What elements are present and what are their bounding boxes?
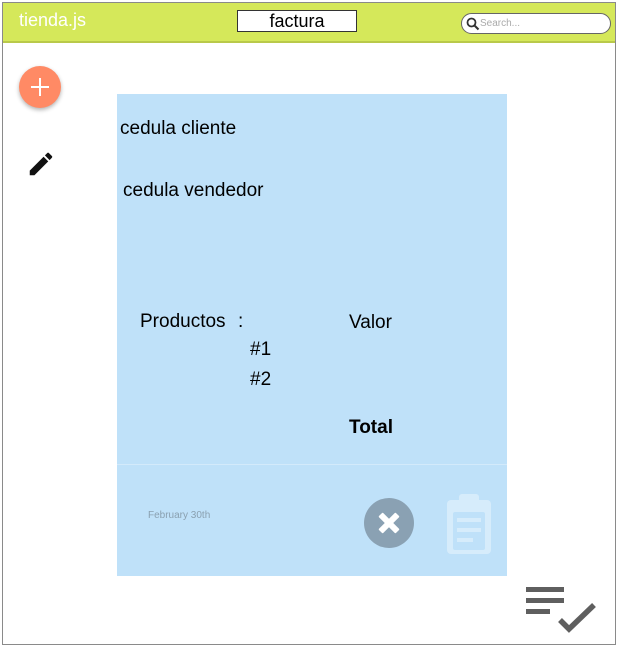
search-box[interactable] <box>461 13 611 34</box>
product-item: #2 <box>250 369 272 390</box>
top-bar: tienda.js factura <box>3 3 615 43</box>
search-icon <box>466 17 480 31</box>
page-title: factura <box>237 10 357 32</box>
invoice-date: February 30th <box>148 510 211 521</box>
productos-colon: : <box>238 311 244 332</box>
cedula-cliente-label: cedula cliente <box>120 118 237 139</box>
clipboard-icon[interactable] <box>443 492 495 556</box>
pencil-icon[interactable] <box>26 149 56 179</box>
card-divider <box>117 464 507 465</box>
total-label: Total <box>349 417 393 438</box>
invoice-card: cedula cliente cedula vendedor Productos… <box>117 94 507 576</box>
add-button[interactable] <box>19 66 61 108</box>
close-circle-icon[interactable] <box>364 498 414 548</box>
cedula-vendedor-label: cedula vendedor <box>123 180 264 201</box>
valor-label: Valor <box>349 312 392 333</box>
app-title: tienda.js <box>19 10 87 30</box>
product-item: #1 <box>250 339 272 360</box>
productos-label: Productos <box>140 311 226 332</box>
app-window: tienda.js factura cedula cliente cedula … <box>2 2 616 645</box>
checklist-icon[interactable] <box>526 587 598 635</box>
search-input[interactable] <box>480 15 600 31</box>
